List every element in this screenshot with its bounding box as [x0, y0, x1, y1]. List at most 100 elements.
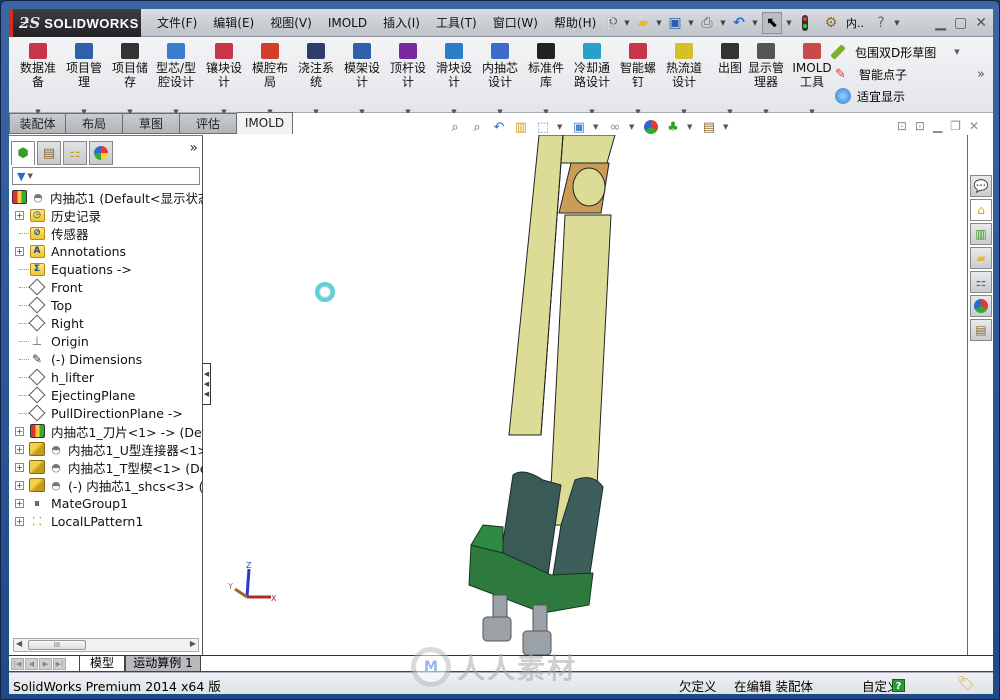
print-dropdown[interactable]: ▼ [718, 19, 728, 27]
filter-dropdown-icon[interactable]: ▼ [27, 172, 32, 180]
smart-point-button[interactable]: ✎ 智能点子 [835, 63, 960, 85]
print-icon[interactable]: ⎙ [698, 12, 716, 34]
menu-edit[interactable]: 编辑(E) [205, 9, 262, 37]
command-button[interactable]: 热流道设计 ▼ [661, 41, 707, 116]
file-explorer-icon[interactable]: ▰ [970, 247, 992, 269]
configuration-manager-tab-icon[interactable]: ⚏ [63, 141, 87, 165]
display-style-icon[interactable]: ▣ [571, 119, 587, 135]
first-tab-arrow[interactable]: |◀ [11, 658, 24, 670]
edit-appearance-icon[interactable] [643, 119, 659, 135]
command-button[interactable]: 内抽芯设计 ▼ [477, 41, 523, 116]
help-icon[interactable]: ? [872, 12, 890, 34]
doc-restore-icon[interactable]: ❐ [950, 119, 961, 133]
command-button[interactable]: 智能螺钉 ▼ [615, 41, 661, 116]
options-icon[interactable]: ⚙ [822, 12, 840, 34]
property-manager-tab-icon[interactable]: ▤ [37, 141, 61, 165]
expand-toggle[interactable]: + [15, 516, 24, 526]
prev-tab-arrow[interactable]: ◀ [25, 658, 38, 670]
minimize-icon[interactable]: ▁ [935, 15, 946, 31]
command-button[interactable]: 标准件库 ▼ [523, 41, 569, 116]
command-button[interactable]: 滑块设计 ▼ [431, 41, 477, 116]
tree-node[interactable]: ⊥ Origin [9, 332, 203, 350]
doc-minimize-icon[interactable]: ▁ [933, 119, 942, 133]
menu-insert[interactable]: 插入(I) [375, 9, 428, 37]
rebuild-traffic-light-icon[interactable] [796, 12, 814, 34]
display-manager-tab-icon[interactable] [89, 141, 113, 165]
expand-toggle[interactable]: + [15, 210, 24, 220]
tab-model[interactable]: 模型 [79, 656, 125, 672]
new-dropdown[interactable]: ▼ [622, 19, 632, 27]
command-button[interactable]: 顶杆设计 ▼ [385, 41, 431, 116]
previous-view-icon[interactable]: ↶ [491, 119, 507, 135]
more-commands-icon[interactable]: » [977, 67, 985, 82]
custom-properties-icon[interactable]: ▤ [970, 319, 992, 341]
split-view-left-icon[interactable]: ⊡ [897, 119, 907, 133]
save-icon[interactable]: ▣ [666, 12, 684, 34]
tree-node[interactable]: Front [9, 278, 203, 296]
design-library-icon[interactable]: ▥ [970, 223, 992, 245]
open-folder-icon[interactable]: ▰ [634, 12, 652, 34]
scroll-left-arrow[interactable]: ◀ [16, 639, 22, 648]
command-button[interactable]: 冷却通路设计 ▼ [569, 41, 615, 116]
view-orientation-dropdown[interactable]: ▼ [557, 123, 565, 131]
select-cursor-icon[interactable]: ⬉ [762, 12, 782, 34]
close-icon[interactable]: ✕ [975, 15, 987, 31]
tree-node[interactable]: + ⏸ MateGroup1 [9, 494, 203, 512]
panel-splitter[interactable]: ◀ ◀ ◀ [203, 363, 211, 405]
zoom-to-fit-icon[interactable]: ⌕ [447, 119, 463, 135]
view-orientation-icon[interactable]: ⬚ [535, 119, 551, 135]
menu-view[interactable]: 视图(V) [262, 9, 320, 37]
tree-node[interactable]: + 内抽芯1_刀片<1> -> (Defa [9, 422, 203, 440]
command-button[interactable]: 项目管理 ▼ [61, 41, 107, 116]
undo-icon[interactable]: ↶ [730, 12, 748, 34]
tree-node[interactable]: Right [9, 314, 203, 332]
expand-toggle[interactable]: + [15, 426, 24, 436]
chevron-down-icon[interactable]: ▼ [954, 48, 959, 56]
display-style-dropdown[interactable]: ▼ [593, 123, 601, 131]
tab-motion-study[interactable]: 运动算例 1 [125, 656, 201, 672]
command-button[interactable]: 显示管理器 ▼ [743, 41, 789, 116]
next-tab-arrow[interactable]: ▶ [39, 658, 52, 670]
save-dropdown[interactable]: ▼ [686, 19, 696, 27]
tree-node[interactable]: ✎ (-) Dimensions [9, 350, 203, 368]
split-view-right-icon[interactable]: ⊡ [915, 119, 925, 133]
doc-close-icon[interactable]: ✕ [969, 119, 979, 133]
view-settings-dropdown[interactable]: ▼ [723, 123, 731, 131]
tag-icon[interactable]: 🏷 [957, 676, 975, 692]
expand-toggle[interactable]: + [15, 462, 24, 472]
tab-sketch[interactable]: 草图 [123, 113, 180, 134]
command-button[interactable]: 浇注系统 ▼ [293, 41, 339, 116]
last-tab-arrow[interactable]: ▶| [53, 658, 66, 670]
help-dropdown[interactable]: ▼ [892, 19, 902, 27]
hide-show-dropdown[interactable]: ▼ [629, 123, 637, 131]
command-button[interactable]: 镶块设计 ▼ [201, 41, 247, 116]
tree-node[interactable]: + A Annotations [9, 242, 203, 260]
scroll-thumb[interactable]: III [28, 640, 86, 650]
menu-window[interactable]: 窗口(W) [485, 9, 546, 37]
undo-dropdown[interactable]: ▼ [750, 19, 760, 27]
menu-help[interactable]: 帮助(H) [546, 9, 604, 37]
tree-node[interactable]: + ◓ (-) 内抽芯1_shcs<3> (D [9, 476, 203, 494]
command-button[interactable]: 模腔布局▼ [247, 41, 293, 116]
tab-assembly[interactable]: 装配体 [9, 113, 66, 134]
tree-horizontal-scrollbar[interactable]: ◀ III ▶ [13, 638, 199, 652]
solidworks-logo[interactable]: ƻS SOLIDWORKS [9, 9, 141, 37]
maximize-icon[interactable]: ▢ [954, 15, 967, 31]
view-palette-icon[interactable]: ⚏ [970, 271, 992, 293]
help-status-icon[interactable]: ? [892, 677, 905, 692]
feature-tree-tab-icon[interactable]: ⬢ [11, 141, 35, 165]
tree-node[interactable]: ⊘ 传感器 [9, 224, 203, 242]
fit-display-button[interactable]: 适宜显示 [835, 85, 960, 107]
command-button[interactable]: 模架设计 ▼ [339, 41, 385, 116]
wrap-2d-sketch-button[interactable]: 包围双D形草图 ▼ [830, 41, 960, 63]
tab-evaluate[interactable]: 评估 [180, 113, 237, 134]
tree-node[interactable]: h_lifter [9, 368, 203, 386]
tree-node[interactable]: EjectingPlane [9, 386, 203, 404]
expand-toggle[interactable]: + [15, 246, 24, 256]
appearances-icon[interactable] [970, 295, 992, 317]
tree-node[interactable]: PullDirectionPlane -> [9, 404, 203, 422]
view-settings-icon[interactable]: ▤ [701, 119, 717, 135]
command-button[interactable]: IMOLD工具 ▼ [789, 41, 835, 116]
command-button[interactable]: 型芯/型腔设计 ▼ [153, 41, 199, 116]
expand-panel-icon[interactable]: » [189, 140, 198, 156]
